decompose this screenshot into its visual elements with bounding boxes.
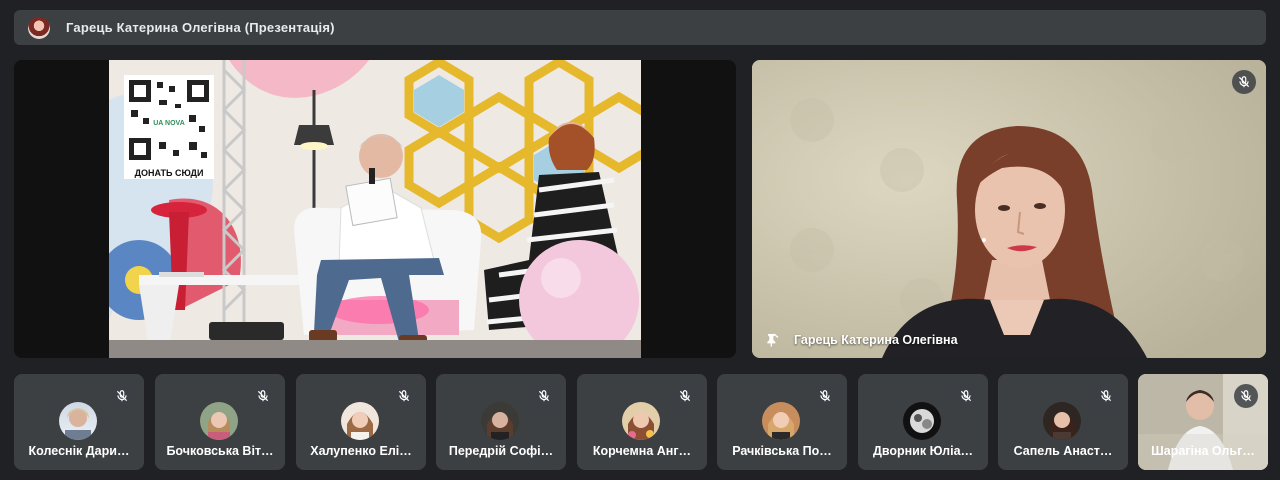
participant-name: Дворник Юліа… [872, 444, 974, 458]
main-camera-label: Гарець Катерина Олегівна [764, 332, 958, 348]
mic-off-icon [392, 384, 416, 408]
avatar [622, 402, 660, 440]
presenter-title: Гарець Катерина Олегівна (Презентація) [66, 20, 335, 35]
avatar [59, 402, 97, 440]
pin-presenter-icon [767, 333, 779, 347]
presenter-bar[interactable]: Гарець Катерина Олегівна (Презентація) [14, 10, 1266, 45]
presenter-avatar [28, 16, 50, 39]
mic-off-icon [813, 384, 837, 408]
participant-tile[interactable]: Халупенко Елі… [296, 374, 426, 470]
participant-name: Сапель Анаст… [1013, 444, 1113, 458]
participant-tile[interactable]: Дворник Юліа… [858, 374, 988, 470]
mic-off-icon [954, 384, 978, 408]
mic-off-icon [110, 384, 134, 408]
presentation-video: UA NOVA ДОНАТЬ СЮДИ [109, 60, 641, 358]
qr-logo-text: UA NOVA [153, 120, 185, 127]
avatar [762, 402, 800, 440]
participant-name: Корчемна Анг… [592, 444, 692, 458]
avatar [1043, 402, 1081, 440]
mic-off-icon [1094, 384, 1118, 408]
participant-tile[interactable]: Бочковська Віт… [155, 374, 285, 470]
participant-name: Рачківська По… [732, 444, 832, 458]
mic-off-icon [251, 384, 275, 408]
participant-tile[interactable]: Сапель Анаст… [998, 374, 1128, 470]
avatar [341, 402, 379, 440]
participant-tile[interactable]: Шарагіна Ольг… [1138, 374, 1268, 470]
main-camera-tile[interactable]: Гарець Катерина Олегівна [752, 60, 1266, 358]
mic-off-icon [1234, 384, 1258, 408]
mic-off-icon [532, 384, 556, 408]
presentation-tile[interactable]: UA NOVA ДОНАТЬ СЮДИ [14, 60, 736, 358]
participant-tile[interactable]: Корчемна Анг… [577, 374, 707, 470]
participant-name: Шарагіна Ольг… [1151, 444, 1255, 458]
avatar [200, 402, 238, 440]
participant-name: Халупенко Елі… [310, 444, 412, 458]
participant-name: Бочковська Віт… [166, 444, 274, 458]
avatar [903, 402, 941, 440]
mic-off-icon [673, 384, 697, 408]
qr-caption-text: ДОНАТЬ СЮДИ [135, 168, 204, 178]
main-camera-mic-off [1232, 70, 1256, 94]
main-camera-name: Гарець Катерина Олегівна [794, 333, 958, 347]
participant-name: Колеснік Дари… [28, 444, 130, 458]
participant-name: Передрій Софі… [448, 444, 554, 458]
participant-tile[interactable]: Колеснік Дари… [14, 374, 144, 470]
participant-tile[interactable]: Передрій Софі… [436, 374, 566, 470]
avatar [481, 402, 519, 440]
participant-tile[interactable]: Рачківська По… [717, 374, 847, 470]
mic-off-icon [1238, 76, 1250, 88]
